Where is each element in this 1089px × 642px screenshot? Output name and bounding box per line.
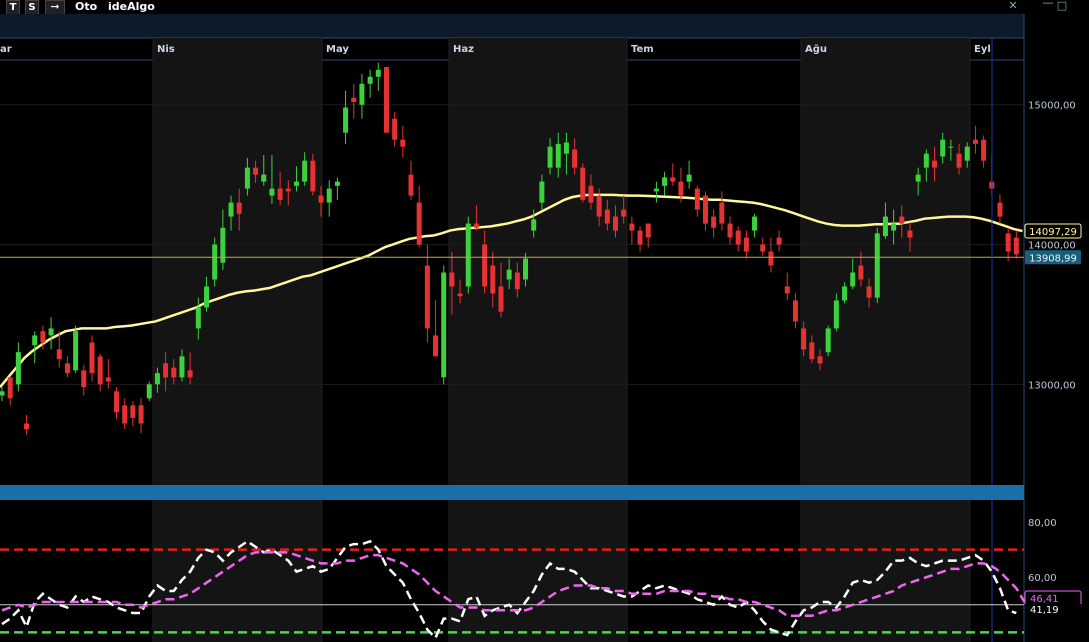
candle (441, 265, 447, 385)
month-label: Tem (631, 44, 654, 55)
month-label: Haz (453, 44, 474, 55)
candle (122, 398, 128, 430)
candle (130, 401, 136, 427)
candle (874, 227, 880, 304)
candle (997, 194, 1003, 224)
candle (629, 216, 635, 245)
candle (702, 191, 708, 231)
candle (359, 73, 365, 119)
month-band (153, 38, 322, 642)
candle (711, 209, 717, 238)
candle (727, 216, 733, 245)
month-label: May (326, 44, 349, 55)
candle (351, 83, 357, 119)
price-tick-label: 15000,00 (1028, 101, 1076, 112)
candle (580, 163, 586, 203)
candle (768, 237, 774, 273)
candle (694, 185, 700, 217)
candle (825, 325, 831, 357)
candle (334, 177, 340, 200)
chart-area[interactable]: ar Nis May Haz Tem Ağu Eyl 15000,00 14000,00 130… (0, 0, 1089, 642)
candle (981, 135, 987, 168)
candle (433, 300, 439, 357)
candle (89, 335, 95, 382)
ma-value-label: 14097,29 (1029, 227, 1077, 238)
pane-separator[interactable] (0, 485, 1024, 500)
candle (400, 125, 406, 158)
month-label: Eyl (974, 44, 991, 55)
month-label: Ağu (805, 43, 827, 55)
candle (0, 387, 5, 402)
candle (792, 293, 798, 329)
candle (383, 66, 389, 133)
candle (81, 364, 87, 396)
candle (776, 230, 782, 252)
candle (662, 171, 668, 196)
candle (24, 415, 30, 435)
candle (465, 216, 471, 294)
candle (784, 272, 790, 301)
candle (15, 342, 21, 392)
candle (146, 381, 152, 402)
candle (1013, 230, 1019, 259)
signal-value-label: 46,41 (1030, 594, 1059, 605)
month-label: Nis (157, 44, 175, 55)
candle (48, 317, 54, 350)
candle (343, 90, 349, 144)
candle (416, 185, 422, 248)
candle (73, 325, 79, 374)
candle (367, 69, 373, 98)
candle (645, 223, 651, 248)
time-axis-bar (0, 14, 1024, 38)
price-tick-label: 14000,00 (1028, 241, 1076, 252)
candle (212, 237, 218, 287)
month-band (449, 38, 627, 642)
candle (735, 226, 741, 252)
candle (7, 377, 13, 406)
candle (64, 356, 70, 378)
candle (637, 226, 643, 252)
last-price-label: 13908,99 (1029, 253, 1077, 264)
candle (670, 163, 676, 186)
candle (653, 181, 659, 203)
indicator-tick-label: 80,00 (1028, 518, 1057, 529)
candle (1005, 227, 1011, 262)
candle (686, 160, 692, 189)
indicator-tick-label: 60,00 (1028, 573, 1057, 584)
candle (743, 230, 749, 259)
candle (326, 180, 332, 217)
candle (972, 125, 978, 154)
price-tick-label: 13000,00 (1028, 380, 1076, 391)
candle (719, 191, 725, 231)
candle (114, 387, 120, 420)
candle (375, 62, 381, 91)
rsi-value-label: 41,19 (1030, 605, 1059, 616)
candle (752, 213, 758, 238)
candle (97, 353, 103, 392)
candle (424, 244, 430, 343)
candle (408, 160, 414, 200)
candle (392, 111, 398, 147)
candle (760, 237, 766, 256)
month-label: ar (0, 44, 12, 55)
candle (138, 398, 144, 434)
